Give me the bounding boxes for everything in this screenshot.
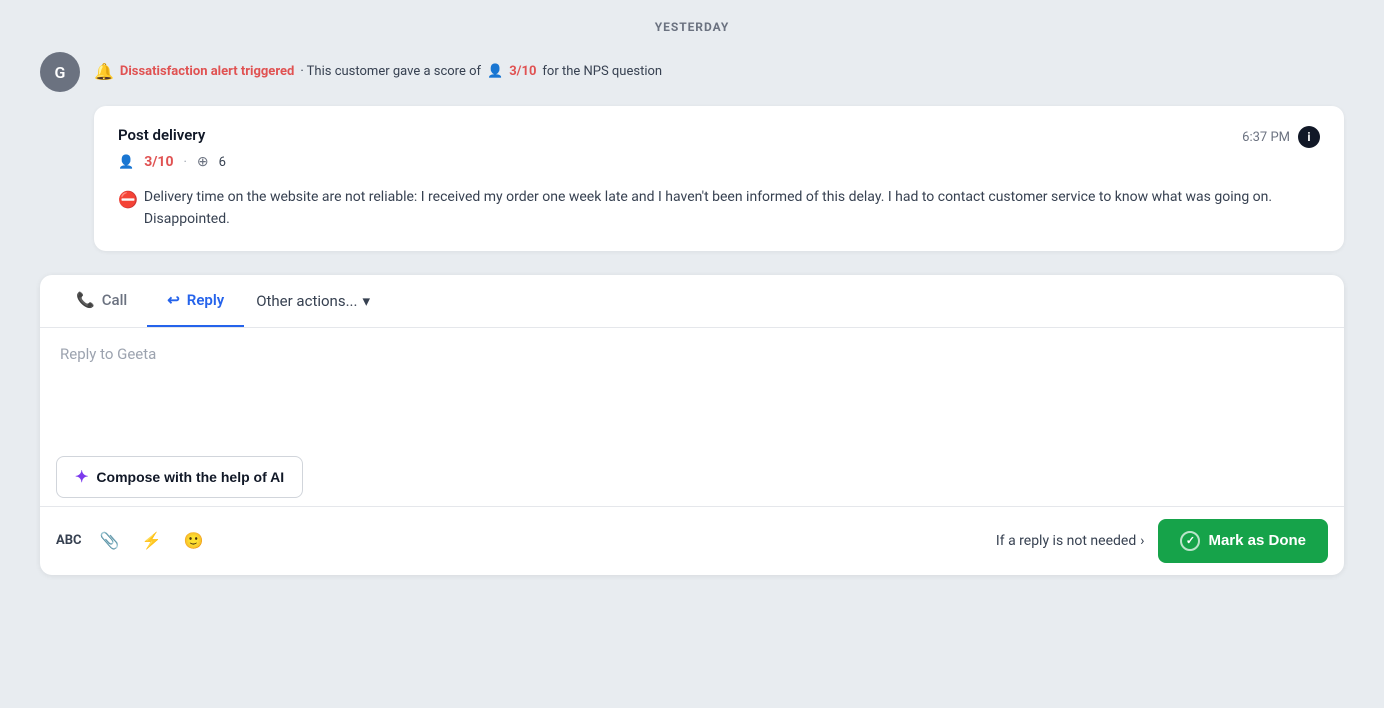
survey-card-header: Post delivery 6:37 PM i [118, 126, 1320, 148]
action-tabs: 📞 Call ↩ Reply Other actions... ▾ [40, 275, 1344, 328]
bell-icon: 🔔 [94, 62, 114, 81]
nps-score: 3/10 [509, 64, 536, 79]
nps-person-icon: 👤 [487, 64, 503, 79]
ai-sparkle-icon: ✦ [75, 467, 88, 487]
check-circle-icon: ✓ [1180, 531, 1200, 551]
lightning-icon: ⚡ [142, 531, 162, 551]
survey-body-text: Delivery time on the website are not rel… [144, 186, 1320, 231]
alert-description: · This customer gave a score of [300, 64, 481, 79]
tab-reply[interactable]: ↩ Reply [147, 275, 244, 327]
survey-time: 6:37 PM [1242, 130, 1290, 145]
nps-suffix: for the NPS question [542, 64, 662, 79]
layers-icon: ⊕ [197, 154, 209, 170]
phone-icon: 📞 [76, 291, 95, 309]
reply-area[interactable]: Reply to Geeta [40, 328, 1344, 448]
score-sep: · [184, 155, 187, 170]
survey-scores: 👤 3/10 · ⊕ 6 [118, 154, 1320, 170]
avatar: G [40, 52, 80, 92]
not-needed-text: If a reply is not needed [996, 533, 1136, 549]
compose-ai-label: Compose with the help of AI [96, 469, 284, 485]
emoji-button[interactable]: 🙂 [180, 527, 208, 555]
tab-reply-label: Reply [187, 291, 224, 309]
survey-title: Post delivery [118, 126, 205, 144]
action-panel: 📞 Call ↩ Reply Other actions... ▾ Reply … [40, 275, 1344, 575]
footer-tools: ABC 📎 ⚡ 🙂 [56, 527, 208, 555]
score-value: 3/10 [144, 154, 173, 170]
paperclip-button[interactable]: 📎 [96, 527, 124, 555]
tab-other-label: Other actions... [256, 292, 357, 310]
layers-count: 6 [219, 155, 226, 170]
date-label: YESTERDAY [40, 20, 1344, 34]
chevron-down-icon: ▾ [362, 292, 370, 310]
abc-tool[interactable]: ABC [56, 533, 82, 548]
block-icon: ⛔ [118, 187, 138, 231]
mark-done-button[interactable]: ✓ Mark as Done [1158, 519, 1328, 563]
tab-call[interactable]: 📞 Call [56, 275, 147, 327]
tab-other-actions[interactable]: Other actions... ▾ [244, 276, 382, 326]
emoji-icon: 🙂 [184, 531, 204, 551]
chevron-right-icon: › [1140, 533, 1144, 549]
survey-body: ⛔ Delivery time on the website are not r… [118, 186, 1320, 231]
reply-arrow-icon: ↩ [167, 291, 180, 309]
mark-done-label: Mark as Done [1208, 532, 1306, 549]
survey-card: Post delivery 6:37 PM i 👤 3/10 · ⊕ 6 ⛔ D… [94, 106, 1344, 251]
lightning-button[interactable]: ⚡ [138, 527, 166, 555]
paperclip-icon: 📎 [100, 531, 120, 551]
action-footer: ABC 📎 ⚡ 🙂 If a reply is not needed › ✓ M… [40, 506, 1344, 575]
compose-ai-button[interactable]: ✦ Compose with the help of AI [56, 456, 303, 498]
info-icon[interactable]: i [1298, 126, 1320, 148]
not-needed-link[interactable]: If a reply is not needed › [996, 533, 1145, 549]
alert-line: 🔔 Dissatisfaction alert triggered · This… [94, 52, 662, 81]
tab-call-label: Call [102, 291, 128, 309]
alert-title: Dissatisfaction alert triggered [120, 64, 294, 79]
score-person-icon: 👤 [118, 155, 134, 170]
feed-row: G 🔔 Dissatisfaction alert triggered · Th… [40, 52, 1344, 92]
survey-meta: 6:37 PM i [1242, 126, 1320, 148]
footer-right: If a reply is not needed › ✓ Mark as Don… [996, 519, 1328, 563]
reply-placeholder: Reply to Geeta [60, 345, 156, 363]
